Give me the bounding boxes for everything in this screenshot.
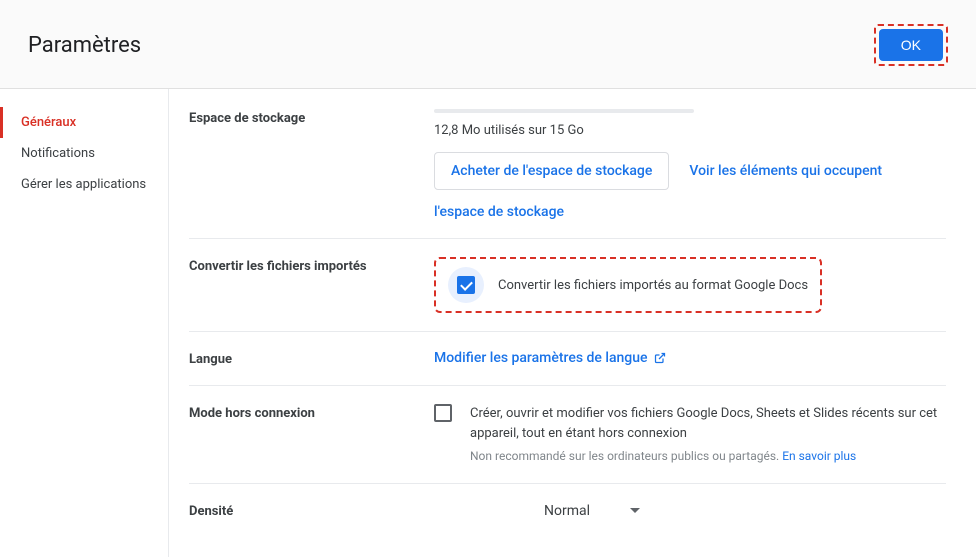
offline-row: Mode hors connexion Créer, ouvrir et mod… bbox=[189, 386, 946, 484]
external-link-icon bbox=[654, 352, 666, 364]
storage-usage-text: 12,8 Mo utilisés sur 15 Go bbox=[434, 123, 946, 138]
learn-more-link[interactable]: En savoir plus bbox=[782, 449, 856, 463]
offline-heading: Mode hors connexion bbox=[189, 404, 434, 465]
page-title: Paramètres bbox=[28, 33, 141, 58]
convert-label: Convertir les fichiers importés au forma… bbox=[498, 278, 808, 293]
language-settings-link[interactable]: Modifier les paramètres de langue bbox=[434, 350, 666, 366]
density-dropdown[interactable]: Normal bbox=[544, 503, 640, 519]
convert-highlight-box: Convertir les fichiers importés au forma… bbox=[434, 257, 822, 313]
sidebar-item-general[interactable]: Généraux bbox=[0, 107, 168, 138]
ok-button-highlight: OK bbox=[874, 24, 948, 66]
offline-checkbox[interactable] bbox=[434, 404, 452, 422]
storage-progress-bar bbox=[434, 109, 694, 113]
sidebar: Généraux Notifications Gérer les applica… bbox=[0, 89, 168, 557]
buy-storage-button[interactable]: Acheter de l'espace de stockage bbox=[434, 152, 669, 190]
convert-row: Convertir les fichiers importés Converti… bbox=[189, 239, 946, 332]
sidebar-item-manage-apps[interactable]: Gérer les applications bbox=[0, 169, 168, 200]
convert-checkbox[interactable] bbox=[448, 267, 484, 303]
density-row: Densité Normal bbox=[189, 484, 946, 537]
storage-row: Espace de stockage 12,8 Mo utilisés sur … bbox=[189, 109, 946, 239]
offline-description: Créer, ouvrir et modifier vos fichiers G… bbox=[470, 404, 946, 443]
convert-heading: Convertir les fichiers importés bbox=[189, 257, 434, 313]
sidebar-item-notifications[interactable]: Notifications bbox=[0, 138, 168, 169]
offline-subtext: Non recommandé sur les ordinateurs publi… bbox=[470, 447, 946, 465]
checkmark-icon bbox=[457, 276, 475, 294]
main-content: Espace de stockage 12,8 Mo utilisés sur … bbox=[168, 89, 976, 557]
settings-header: Paramètres OK bbox=[0, 0, 976, 89]
ok-button[interactable]: OK bbox=[879, 29, 943, 61]
chevron-down-icon bbox=[630, 508, 640, 513]
language-heading: Langue bbox=[189, 350, 434, 367]
storage-heading: Espace de stockage bbox=[189, 109, 434, 220]
view-storage-link-2[interactable]: l'espace de stockage bbox=[434, 204, 564, 220]
density-heading: Densité bbox=[189, 502, 434, 519]
language-row: Langue Modifier les paramètres de langue bbox=[189, 332, 946, 386]
view-storage-link[interactable]: Voir les éléments qui occupent bbox=[689, 163, 882, 179]
